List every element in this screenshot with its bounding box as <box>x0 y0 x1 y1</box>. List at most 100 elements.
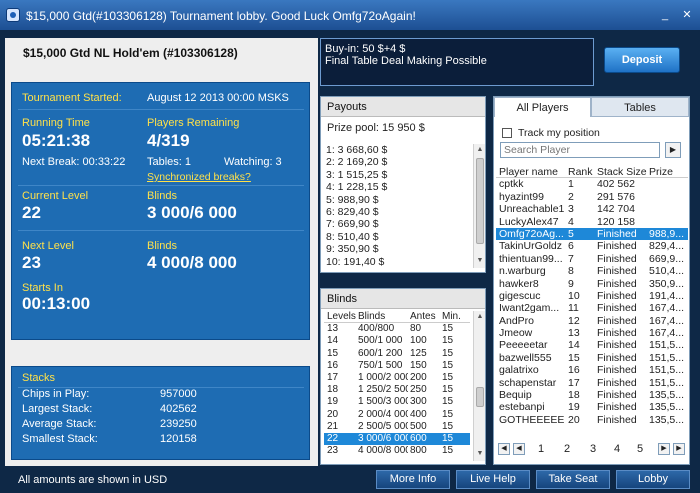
scroll-thumb[interactable] <box>476 387 484 407</box>
scroll-up-icon[interactable]: ▲ <box>475 312 485 322</box>
minimize-icon[interactable]: _ <box>658 8 672 22</box>
player-row[interactable]: gigescuc 10 Finished 191,4... <box>496 290 688 302</box>
blinds-cell: 1 500/3 000 <box>358 396 408 408</box>
player-row[interactable]: bazwell555 15 Finished 151,5... <box>496 352 688 364</box>
player-cell: 402 562 <box>597 178 635 191</box>
synchronized-breaks-link[interactable]: Synchronized breaks? <box>147 171 251 183</box>
page-number[interactable]: 5 <box>637 443 643 455</box>
track-position-checkbox[interactable]: Track my position <box>502 127 600 139</box>
player-cell: 135,5... <box>649 389 685 402</box>
player-row[interactable]: LuckyAlex47 4 120 158 <box>496 216 688 228</box>
player-cell: Finished <box>597 389 637 402</box>
player-cell: thientuan99... <box>499 252 563 265</box>
player-cell: Finished <box>597 401 637 414</box>
player-cell: Finished <box>597 327 637 340</box>
blinds-row[interactable]: 16 750/1 500 150 15 <box>324 360 470 372</box>
blinds-row[interactable]: 13 400/800 80 15 <box>324 323 470 335</box>
blinds-row[interactable]: 14 500/1 000 100 15 <box>324 335 470 347</box>
player-row[interactable]: Unreachable1 3 142 704 <box>496 203 688 215</box>
player-row[interactable]: AndPro 12 Finished 167,4... <box>496 315 688 327</box>
player-cell: schapenstar <box>499 376 557 389</box>
blinds-row[interactable]: 19 1 500/3 000 300 15 <box>324 396 470 408</box>
payouts-scrollbar[interactable]: ▲ ▼ <box>473 144 485 268</box>
search-go-icon[interactable]: ▶ <box>665 142 681 158</box>
player-row[interactable]: n.warburg 8 Finished 510,4... <box>496 265 688 277</box>
player-row[interactable]: GOTHEEEEE...20 Finished 135,5... <box>496 414 688 426</box>
blinds-row[interactable]: 15 600/1 200 125 15 <box>324 348 470 360</box>
player-cell: 5 <box>568 227 574 240</box>
page-number[interactable]: 2 <box>564 443 570 455</box>
column-header[interactable]: Prize <box>649 166 687 178</box>
player-row[interactable]: Iwant2gam... 11 Finished 167,4... <box>496 302 688 314</box>
next-page-icon[interactable]: ▶ <box>658 443 670 455</box>
scroll-thumb[interactable] <box>476 158 484 244</box>
page-number[interactable]: 4 <box>614 443 620 455</box>
blinds-row[interactable]: 18 1 250/2 500 250 15 <box>324 384 470 396</box>
current-level-label: Current Level <box>22 190 89 202</box>
blinds-scrollbar[interactable]: ▲ ▼ <box>473 311 485 461</box>
player-row[interactable]: Peeeeetar 14 Finished 151,5... <box>496 339 688 351</box>
player-cell: 2 <box>568 190 574 203</box>
player-cell: Finished <box>597 265 637 278</box>
player-cell: Iwant2gam... <box>499 302 560 315</box>
player-row[interactable]: schapenstar 17 Finished 151,5... <box>496 377 688 389</box>
close-icon[interactable]: ✕ <box>680 8 694 22</box>
blinds-cell: 15 <box>442 420 454 432</box>
column-header[interactable]: Antes <box>410 311 438 323</box>
player-cell: TakinUrGoldz <box>499 240 563 253</box>
last-page-icon[interactable]: ▶ <box>673 443 685 455</box>
blinds-row[interactable]: 22 3 000/6 000 600 15 <box>324 432 470 446</box>
player-row[interactable]: estebanpi 19 Finished 135,5... <box>496 401 688 413</box>
column-header[interactable]: Min. <box>442 311 466 323</box>
player-cell: 350,9... <box>649 277 685 290</box>
payout-item: 1: 3 668,60 $ <box>326 144 388 156</box>
blinds-cell: 15 <box>442 432 454 444</box>
watching-count: Watching: 3 <box>224 156 282 168</box>
player-row[interactable]: Bequip 18 Finished 135,5... <box>496 389 688 401</box>
column-header[interactable]: Rank <box>568 166 596 178</box>
more-info-button[interactable]: More Info <box>376 470 450 489</box>
blinds-cell: 125 <box>410 347 427 359</box>
column-header[interactable]: Levels <box>327 311 357 323</box>
page-number[interactable]: 3 <box>590 443 596 455</box>
blinds-cell: 150 <box>410 359 427 371</box>
scroll-down-icon[interactable]: ▼ <box>475 256 485 266</box>
payout-item: 10: 191,40 $ <box>326 255 385 268</box>
player-cell: 15 <box>568 351 580 364</box>
blinds-cell: 13 <box>327 323 339 335</box>
player-row[interactable]: thientuan99... 7 Finished 669,9... <box>496 253 688 265</box>
deposit-button[interactable]: Deposit <box>604 47 680 73</box>
prev-page-icon[interactable]: ◀ <box>513 443 525 455</box>
page-number[interactable]: 1 <box>538 443 544 455</box>
blinds-row[interactable]: 17 1 000/2 000 200 15 <box>324 372 470 384</box>
blinds-row[interactable]: 21 2 500/5 000 500 15 <box>324 421 470 433</box>
player-cell: Finished <box>597 302 637 315</box>
scroll-up-icon[interactable]: ▲ <box>475 145 485 155</box>
player-row[interactable]: TakinUrGoldz 6 Finished 829,4... <box>496 240 688 252</box>
tables-count: Tables: 1 <box>147 156 192 168</box>
player-cell: bazwell555 <box>499 351 552 364</box>
take-seat-button[interactable]: Take Seat <box>536 470 610 489</box>
tab-tables[interactable]: Tables <box>591 97 689 117</box>
live-help-button[interactable]: Live Help <box>456 470 530 489</box>
player-row[interactable]: Jmeow 13 Finished 167,4... <box>496 327 688 339</box>
column-header[interactable]: Blinds <box>358 311 408 323</box>
player-row[interactable]: hawker8 9 Finished 350,9... <box>496 278 688 290</box>
player-row[interactable]: cptkk 1 402 562 <box>496 178 688 190</box>
player-row[interactable]: hyazint99 2 291 576 <box>496 191 688 203</box>
player-cell: 9 <box>568 277 574 290</box>
payouts-panel: Payouts Prize pool: 15 950 $ 1: 3 668,60… <box>320 96 486 273</box>
scroll-down-icon[interactable]: ▼ <box>475 449 485 459</box>
checkbox-icon[interactable] <box>502 128 512 139</box>
lobby-button[interactable]: Lobby <box>616 470 690 489</box>
tab-all-players[interactable]: All Players <box>494 97 591 117</box>
search-player-input[interactable] <box>500 142 660 158</box>
column-header[interactable]: Stack Size <box>597 166 647 178</box>
column-header[interactable]: Player name <box>499 166 565 178</box>
player-cell: Finished <box>597 227 637 240</box>
player-row[interactable]: Omfg72oAg... 5 Finished 988,9... <box>496 227 688 241</box>
player-row[interactable]: galatrixo 16 Finished 151,5... <box>496 364 688 376</box>
blinds-row[interactable]: 20 2 000/4 000 400 15 <box>324 409 470 421</box>
first-page-icon[interactable]: ◀ <box>498 443 510 455</box>
blinds-row[interactable]: 23 4 000/8 000 800 15 <box>324 445 470 457</box>
